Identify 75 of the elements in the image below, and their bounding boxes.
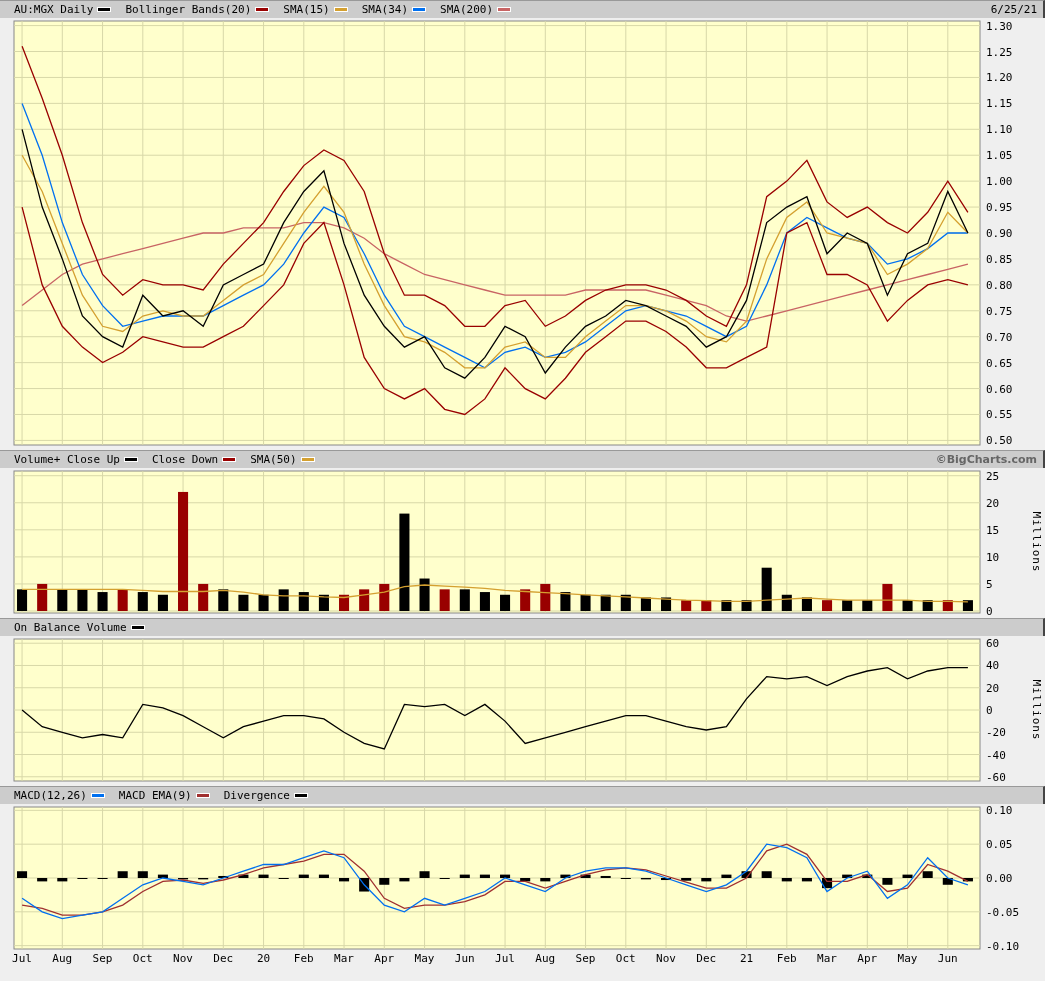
axis-tick-label: Sep: [575, 952, 596, 965]
axis-tick-label: 1.15: [986, 97, 1013, 111]
axis-tick-label: -0.05: [986, 905, 1020, 919]
legend-label: MACD(12,26): [14, 789, 87, 802]
axis-tick-label: 20: [256, 952, 271, 965]
axis-tick-label: 20: [986, 496, 1000, 510]
axis-tick-label: 0.05: [986, 838, 1013, 852]
header-note: 6/25/21: [990, 3, 1037, 16]
axis-tick-label: Mar: [817, 952, 837, 965]
axis-tick-label: -40: [986, 748, 1006, 762]
axis-tick-label: Oct: [132, 952, 153, 965]
axis-tick-label: -0.10: [986, 939, 1020, 953]
axis-tick-label: 40: [986, 659, 1000, 673]
axis-tick-label: Mar: [334, 952, 354, 965]
axis-tick-label: 21: [739, 952, 754, 965]
axis-tick-label: 15: [986, 523, 1000, 537]
axis-tick-label: Dec: [696, 952, 717, 965]
axis-tick-label: 1.20: [986, 71, 1013, 85]
axis-tick-label: 0.65: [986, 356, 1013, 370]
axis-tick-label: 60: [986, 637, 1000, 651]
axis-tick-label: 10: [986, 550, 1000, 564]
axis-tick-label: 5: [986, 577, 993, 591]
header-note: ©BigCharts.com: [935, 453, 1037, 466]
legend-label: Volume+ Close Up: [14, 453, 120, 466]
axis-tick-label: 0.80: [986, 278, 1013, 292]
axis-tick-label: May: [897, 952, 918, 965]
axis-tick-label: May: [414, 952, 435, 965]
legend-label: Bollinger Bands(20): [125, 3, 252, 16]
legend-label: SMA(50): [250, 453, 297, 466]
axis-tick-label: 0.85: [986, 252, 1013, 266]
axis-tick-label: Oct: [615, 952, 636, 965]
axis-tick-label: 1.25: [986, 45, 1013, 59]
axis-tick-label: 1.10: [986, 123, 1013, 137]
axis-tick-label: Jun: [454, 952, 475, 965]
legend-label: MACD EMA(9): [118, 789, 192, 802]
axis-tick-label: Apr: [374, 952, 395, 965]
axis-tick-label: Dec: [213, 952, 234, 965]
legend-label: SMA(34): [361, 3, 409, 16]
axis-tick-label: Jul: [495, 952, 515, 965]
axis-tick-label: Aug: [535, 952, 556, 965]
axis-tick-label: 1.05: [986, 149, 1013, 163]
axis-tick-label: 1.30: [986, 19, 1013, 33]
axis-tick-label: Nov: [173, 952, 193, 965]
legend-label: SMA(15): [283, 3, 330, 16]
axis-tick-label: 1.00: [986, 175, 1013, 189]
legend-label: Close Down: [151, 453, 219, 466]
axis-title: Millions: [1030, 511, 1043, 573]
axis-tick-label: 0.55: [986, 408, 1013, 422]
legend-label: On Balance Volume: [14, 621, 127, 634]
axis-title: Millions: [1030, 679, 1043, 741]
axis-tick-label: 25: [986, 469, 1000, 483]
axis-tick-label: Apr: [857, 952, 878, 965]
axis-tick-label: Feb: [776, 952, 797, 965]
legend-label: SMA(200): [440, 3, 494, 16]
axis-tick-label: 0.00: [986, 872, 1013, 885]
axis-tick-label: 0.50: [986, 434, 1013, 448]
axis-tick-label: 20: [986, 681, 1000, 695]
axis-tick-label: -20: [986, 726, 1006, 740]
axis-tick-label: 0.95: [986, 201, 1013, 215]
axis-tick-label: Jun: [937, 952, 958, 965]
axis-tick-label: Sep: [92, 952, 113, 965]
axis-tick-label: 0.75: [986, 304, 1013, 318]
axis-tick-label: 0.70: [986, 330, 1013, 344]
axis-tick-label: 0.10: [986, 804, 1013, 818]
axis-tick-label: 0: [986, 704, 993, 717]
axis-tick-label: 0.60: [986, 382, 1013, 396]
axis-tick-label: Jul: [12, 952, 32, 965]
legend-label: AU:MGX Daily: [14, 3, 94, 16]
axis-tick-label: 0.90: [986, 227, 1013, 240]
axis-tick-label: 0: [986, 605, 993, 616]
legend-label: Divergence: [223, 789, 290, 802]
axis-tick-label: Nov: [656, 952, 676, 965]
axis-tick-label: -60: [986, 770, 1006, 784]
axis-tick-label: Aug: [52, 952, 73, 965]
axis-tick-label: Feb: [293, 952, 314, 965]
